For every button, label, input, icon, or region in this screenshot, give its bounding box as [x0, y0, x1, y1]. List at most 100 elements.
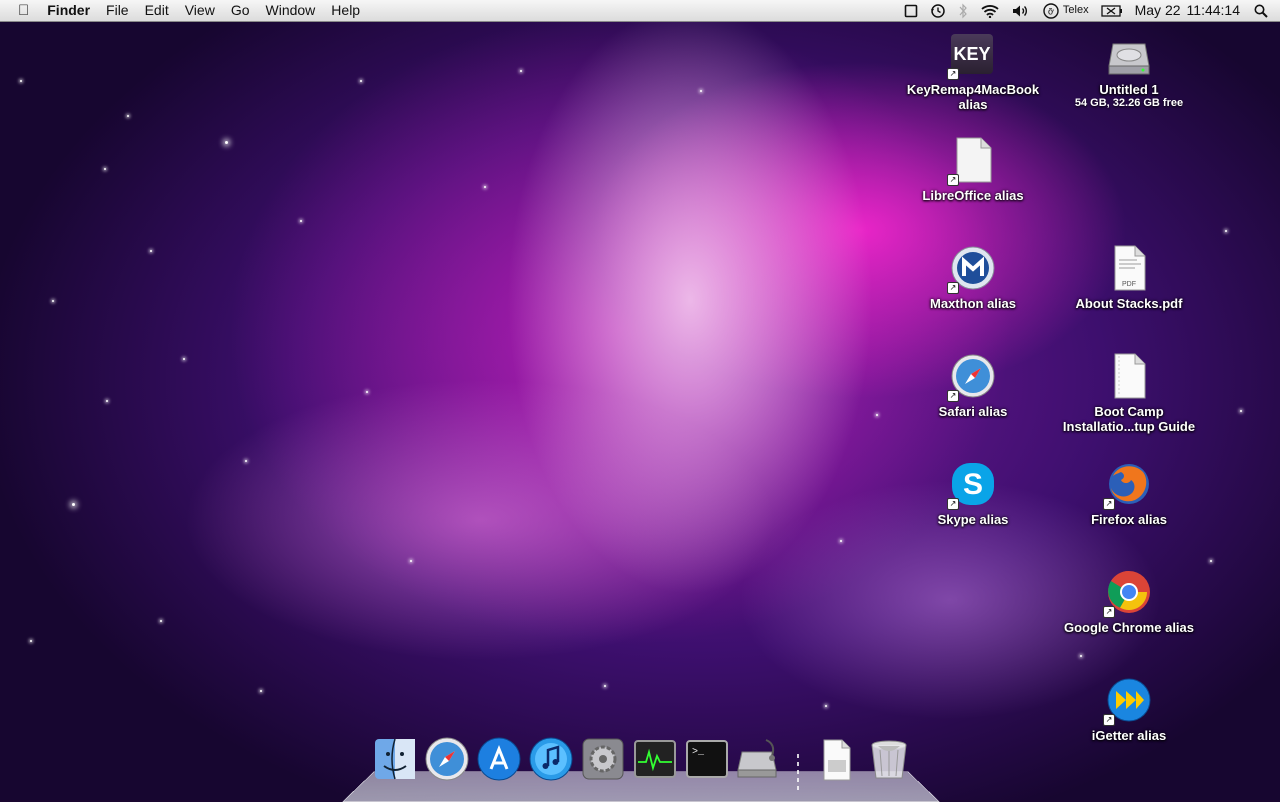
menu-go[interactable]: Go	[223, 0, 258, 21]
clock-time[interactable]: 11:44:14	[1185, 0, 1246, 21]
spotlight-search-icon[interactable]	[1246, 4, 1280, 18]
chrome-icon: ↗	[1103, 568, 1153, 618]
star	[150, 250, 152, 252]
desktop-item-label: Google Chrome alias	[1063, 620, 1195, 635]
input-source-menu[interactable]: ỡ Telex	[1036, 0, 1095, 21]
alias-arrow-icon: ↗	[1103, 714, 1115, 726]
hard-drive-icon	[1105, 30, 1153, 78]
star	[20, 80, 22, 82]
pdf-document-icon: PDF	[1105, 244, 1153, 292]
apple-menu-icon[interactable]: 	[0, 0, 39, 21]
time-machine-icon[interactable]	[924, 3, 952, 19]
star	[245, 460, 247, 462]
screen-square-icon[interactable]	[898, 4, 924, 18]
firefox-icon: ↗	[1103, 460, 1153, 510]
keyremap-icon: KEY ↗	[947, 30, 997, 80]
star	[160, 620, 162, 622]
dock-downloads-stack-icon[interactable]	[814, 736, 860, 782]
desktop-item-untitled-1[interactable]: Untitled 1 54 GB, 32.26 GB free	[1054, 30, 1204, 110]
desktop-item-label: About Stacks.pdf	[1075, 296, 1183, 311]
svg-text:S: S	[963, 468, 983, 501]
dock: >_	[342, 737, 940, 802]
alias-arrow-icon: ↗	[947, 68, 959, 80]
desktop-item-label: KeyRemap4MacBook	[906, 82, 1040, 97]
input-source-icon: ỡ	[1043, 2, 1059, 19]
desktop-item-google-chrome[interactable]: ↗ Google Chrome alias	[1054, 568, 1204, 635]
menu-file[interactable]: File	[98, 0, 137, 21]
maxthon-icon: ↗	[947, 244, 997, 294]
desktop-item-label: LibreOffice alias	[922, 188, 1024, 203]
star	[104, 168, 106, 170]
dock-trash-icon[interactable]	[866, 736, 912, 782]
dock-system-preferences-icon[interactable]	[580, 736, 626, 782]
terminal-prompt: >_	[692, 747, 705, 758]
alias-arrow-icon: ↗	[947, 390, 959, 402]
desktop-item-label: Firefox alias	[1091, 512, 1167, 527]
desktop-item-boot-camp-guide[interactable]: Boot Camp Installatio...tup Guide	[1054, 352, 1204, 434]
star	[840, 540, 842, 542]
dock-app-store-icon[interactable]	[476, 736, 522, 782]
star	[604, 685, 606, 687]
skype-icon: S ↗	[947, 460, 997, 510]
alias-arrow-icon: ↗	[947, 498, 959, 510]
star	[1225, 230, 1227, 232]
star	[127, 115, 129, 117]
bluetooth-icon[interactable]	[952, 3, 974, 19]
input-source-label: Telex	[1062, 4, 1089, 16]
svg-text:PDF: PDF	[1122, 281, 1136, 288]
desktop-item-label: Skype alias	[937, 512, 1009, 527]
svg-text:ỡ: ỡ	[1048, 6, 1054, 16]
alias-arrow-icon: ↗	[1103, 498, 1115, 510]
desktop-item-about-stacks-pdf[interactable]: PDF About Stacks.pdf	[1054, 244, 1204, 311]
menu-bar:  Finder File Edit View Go Window Help ỡ…	[0, 0, 1280, 22]
desktop-item-skype[interactable]: S ↗ Skype alias	[898, 460, 1048, 527]
dock-separator	[797, 754, 799, 794]
menu-window[interactable]: Window	[258, 0, 324, 21]
star	[1210, 560, 1212, 562]
safari-icon: ↗	[947, 352, 997, 402]
dock-disk-utility-icon[interactable]	[736, 736, 782, 782]
desktop-item-label: Untitled 1	[1099, 82, 1159, 97]
desktop-item-libreoffice[interactable]: ↗ LibreOffice alias	[898, 136, 1048, 203]
menu-finder[interactable]: Finder	[39, 0, 98, 21]
desktop-item-igetter[interactable]: ↗ iGetter alias	[1054, 676, 1204, 743]
star	[30, 640, 32, 642]
wifi-icon[interactable]	[974, 4, 1006, 18]
dock-safari-icon[interactable]	[424, 736, 470, 782]
desktop-item-firefox[interactable]: ↗ Firefox alias	[1054, 460, 1204, 527]
battery-icon[interactable]	[1095, 4, 1129, 17]
menu-edit[interactable]: Edit	[137, 0, 177, 21]
star	[72, 503, 75, 506]
star	[410, 560, 412, 562]
igetter-icon: ↗	[1103, 676, 1153, 726]
libreoffice-icon: ↗	[947, 136, 997, 186]
star	[520, 70, 522, 72]
document-icon	[1105, 352, 1153, 400]
star	[106, 400, 108, 402]
desktop-item-safari[interactable]: ↗ Safari alias	[898, 352, 1048, 419]
alias-arrow-icon: ↗	[947, 282, 959, 294]
star	[876, 414, 878, 416]
menu-view[interactable]: View	[177, 0, 223, 21]
desktop-item-label: Maxthon alias	[930, 296, 1016, 311]
desktop-item-maxthon[interactable]: ↗ Maxthon alias	[898, 244, 1048, 311]
star	[300, 220, 302, 222]
desktop-item-label-line2: Installatio...tup Guide	[1062, 419, 1196, 434]
star	[260, 690, 262, 692]
star	[52, 300, 54, 302]
star	[225, 141, 228, 144]
desktop-item-label: iGetter alias	[1091, 728, 1167, 743]
dock-finder-icon[interactable]	[372, 736, 418, 782]
menu-help[interactable]: Help	[323, 0, 368, 21]
dock-activity-monitor-icon[interactable]	[632, 736, 678, 782]
desktop-item-keyremap4macbook[interactable]: KEY ↗ KeyRemap4MacBook alias	[898, 30, 1048, 112]
dock-itunes-icon[interactable]	[528, 736, 574, 782]
star	[484, 186, 486, 188]
volume-icon[interactable]	[1006, 4, 1036, 18]
star	[825, 705, 827, 707]
dock-terminal-icon[interactable]: >_	[684, 736, 730, 782]
star	[360, 80, 362, 82]
star	[183, 358, 185, 360]
star	[366, 391, 368, 393]
clock-date[interactable]: May 22	[1129, 0, 1185, 21]
